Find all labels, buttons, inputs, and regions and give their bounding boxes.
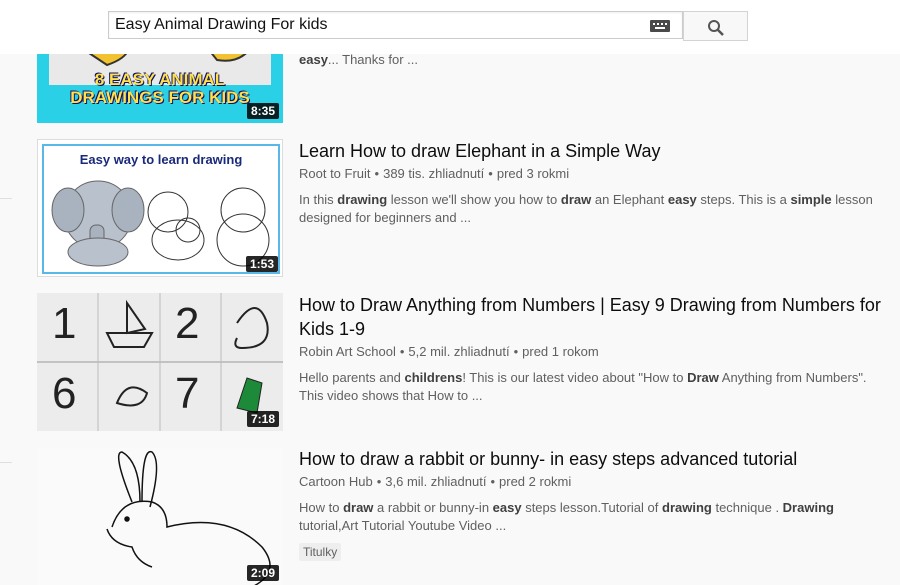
view-count: 3,6 mil. zhliadnutí [385,474,487,489]
video-thumbnail[interactable]: 2:09 [37,447,283,585]
view-count: 5,2 mil. zhliadnutí [408,344,510,359]
description-text: ! This is our latest video about "How to [462,370,688,385]
sidebar-divider [0,198,12,199]
channel-name[interactable]: Cartoon Hub [299,474,373,489]
description-text: How to [299,500,344,515]
video-info: Learn How to draw Elephant in a Simple W… [299,139,894,227]
video-meta: Cartoon Hub • 3,6 mil. zhliadnutí • pred 2 r… [299,474,572,489]
highlighted-term: draw [343,500,374,515]
video-thumbnail[interactable]: 1 2 6 7 7:18 [37,293,283,431]
description-text: steps lesson.Tutorial of [521,500,662,515]
description-text: a rabbit or bunny-in [373,500,493,515]
video-meta: Root to Fruit • 389 tis. zhliadnutí • pred 3… [299,166,570,181]
video-title[interactable]: Learn How to draw Elephant in a Simple W… [299,139,894,163]
rabbit-illustration [37,447,283,585]
description-text: tutorial,Art Tutorial Youtube Video ... [299,518,507,533]
video-duration: 2:09 [246,565,279,581]
number-glyph: 6 [52,369,77,418]
video-info: How to Draw Anything from Numbers | Easy… [299,293,894,405]
highlighted-term: Draw [687,370,719,385]
video-description: easy... Thanks for ... [299,52,418,67]
search-box[interactable] [108,11,683,39]
thumbnail-caption: Easy way to learn drawing [79,152,243,167]
description-text: Hello parents and [299,370,405,385]
video-description: Hello parents and childrens! This is our… [299,369,894,405]
sidebar-divider [0,462,12,463]
highlighted-term: draw [560,192,592,207]
number-glyph: 2 [175,299,200,348]
view-count: 389 tis. zhliadnutí [383,166,485,181]
search-input[interactable] [109,12,635,38]
subtitles-badge: Titulky [299,543,342,561]
video-title[interactable]: How to draw a rabbit or bunny- in easy s… [299,447,894,471]
video-meta: Robin Art School • 5,2 mil. zhliadnutí • pre… [299,344,599,359]
number-glyph: 1 [52,299,77,348]
keyboard-icon[interactable] [650,20,670,32]
highlighted-term: easy [492,500,522,515]
description-text: steps. This is a [696,192,791,207]
highlighted-term: easy [667,192,697,207]
highlighted-term: drawing [337,192,388,207]
video-duration: 8:35 [246,103,279,119]
description-text: technique . [711,500,783,515]
highlighted-term: simple [790,192,832,207]
channel-name[interactable]: Robin Art School [299,344,396,359]
highlighted-term: drawing [662,500,712,515]
description-text: In this [299,192,338,207]
highlighted-term: childrens [404,370,463,385]
search-icon [708,20,724,36]
thumbnail-text: 8 EASY ANIMAL DRAWINGS FOR KIDS [70,70,250,107]
search-button[interactable] [683,11,748,41]
video-info: How to draw a rabbit or bunny- in easy s… [299,447,894,561]
video-title[interactable]: How to Draw Anything from Numbers | Easy… [299,293,894,341]
channel-name[interactable]: Root to Fruit [299,166,371,181]
video-description: How to draw a rabbit or bunny-in easy st… [299,499,894,535]
video-thumbnail[interactable]: Easy way to learn drawing 1:53 [37,139,283,277]
video-duration: 1:53 [245,256,278,272]
description-text: an Elephant [591,192,668,207]
video-duration: 7:18 [246,411,279,427]
masthead [0,0,900,54]
upload-age: pred 3 rokmi [496,166,570,181]
number-glyph: 7 [175,369,200,418]
upload-age: pred 2 rokmi [499,474,572,489]
upload-age: pred 1 rokom [522,344,599,359]
video-description: In this drawing lesson we'll show you ho… [299,191,894,227]
highlighted-term: Drawing [782,500,834,515]
description-text: lesson we'll show you how to [387,192,561,207]
